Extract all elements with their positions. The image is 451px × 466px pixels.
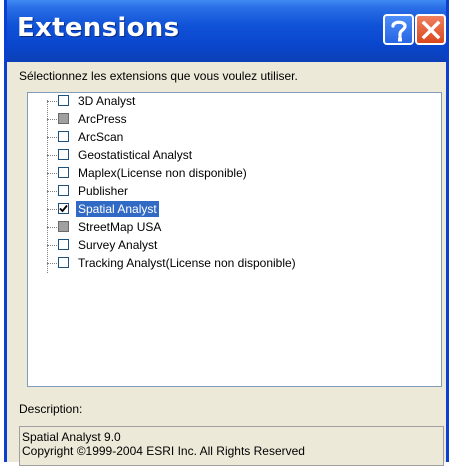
tree-branch: [47, 209, 57, 210]
extension-label: Maplex(License non disponible): [78, 166, 247, 180]
close-icon: [421, 20, 440, 39]
extension-item[interactable]: Maplex(License non disponible): [28, 165, 441, 183]
close-button[interactable]: [415, 14, 446, 45]
tree-branch: [47, 119, 57, 120]
dialog-body: Sélectionnez les extensions que vous vou…: [7, 62, 446, 466]
extension-item[interactable]: Geostatistical Analyst: [28, 147, 441, 165]
description-line-1: Spatial Analyst 9.0: [22, 430, 121, 444]
extension-checkbox[interactable]: [58, 149, 69, 160]
tree-branch: [47, 173, 57, 174]
extension-checkbox[interactable]: [58, 113, 69, 124]
extension-label: 3D Analyst: [78, 94, 136, 108]
extension-label: Tracking Analyst(License non disponible): [78, 256, 296, 270]
extension-checkbox[interactable]: [58, 239, 69, 250]
tree-branch: [47, 263, 57, 264]
tree-branch: [47, 137, 57, 138]
help-icon: [390, 20, 407, 41]
extension-label: StreetMap USA: [78, 220, 162, 234]
extension-item[interactable]: Publisher: [28, 183, 441, 201]
checkmark-icon: [59, 204, 68, 213]
extension-item[interactable]: Spatial Analyst: [28, 201, 441, 219]
extension-checkbox[interactable]: [58, 95, 69, 106]
instructions-text: Sélectionnez les extensions que vous vou…: [19, 69, 298, 83]
tree-branch: [47, 245, 57, 246]
extension-checkbox[interactable]: [58, 221, 69, 232]
extension-checkbox[interactable]: [58, 185, 69, 196]
help-button[interactable]: [383, 14, 414, 45]
description-box: Spatial Analyst 9.0 Copyright ©1999-2004…: [19, 426, 444, 466]
extension-label: ArcPress: [78, 112, 127, 126]
tree-branch: [47, 191, 57, 192]
extension-item[interactable]: Tracking Analyst(License non disponible): [28, 255, 441, 273]
extension-checkbox[interactable]: [58, 203, 69, 214]
extension-label: Geostatistical Analyst: [78, 148, 193, 162]
extension-label: Spatial Analyst: [76, 201, 159, 217]
extension-checkbox[interactable]: [58, 167, 69, 178]
extension-item[interactable]: ArcPress: [28, 111, 441, 129]
extension-item[interactable]: Survey Analyst: [28, 237, 441, 255]
extensions-dialog: Extensions Sélectionnez les extensions q…: [4, 0, 449, 466]
window-title: Extensions: [17, 13, 180, 43]
extensions-list[interactable]: 3D Analyst ArcPress ArcScan Geostatistical …: [27, 92, 442, 387]
title-bar[interactable]: Extensions: [7, 0, 446, 62]
extension-label: ArcScan: [78, 130, 124, 144]
extension-item[interactable]: 3D Analyst: [28, 93, 441, 111]
extension-item[interactable]: StreetMap USA: [28, 219, 441, 237]
description-label: Description:: [19, 402, 83, 416]
tree-branch: [47, 101, 57, 102]
tree-branch: [47, 227, 57, 228]
extension-label: Survey Analyst: [78, 238, 158, 252]
tree-branch: [47, 155, 57, 156]
extension-label: Publisher: [78, 184, 129, 198]
description-line-2: Copyright ©1999-2004 ESRI Inc. All Right…: [22, 444, 305, 458]
extension-item[interactable]: ArcScan: [28, 129, 441, 147]
extension-checkbox[interactable]: [58, 257, 69, 268]
extension-checkbox[interactable]: [58, 131, 69, 142]
